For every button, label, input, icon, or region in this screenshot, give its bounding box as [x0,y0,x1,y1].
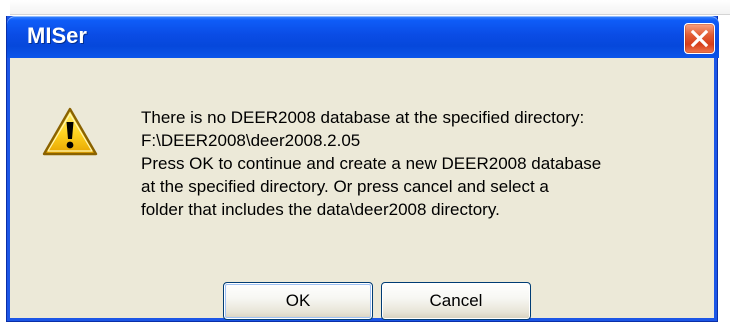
message-line-1: There is no DEER2008 database at the spe… [141,108,585,127]
dialog-titlebar[interactable]: MISer [7,16,719,58]
message-line-3: Press OK to continue and create a new DE… [141,154,602,173]
close-button[interactable] [684,23,715,54]
background-window-strip [10,0,730,15]
message-line-2: F:\DEER2008\deer2008.2.05 [141,131,361,150]
dialog-content: There is no DEER2008 database at the spe… [7,58,719,322]
warning-icon [42,107,98,156]
dialog-message: There is no DEER2008 database at the spe… [141,106,686,221]
message-line-4: at the specified directory. Or press can… [141,177,549,196]
close-icon [690,29,709,48]
miser-dialog: MISer There is no DEER2008 database at t… [6,16,719,322]
screen: MISer There is no DEER2008 database at t… [0,0,730,325]
ok-button[interactable]: OK [223,282,373,320]
message-line-5: folder that includes the data\deer2008 d… [141,200,500,219]
dialog-title: MISer [27,23,87,48]
cancel-button[interactable]: Cancel [381,282,531,320]
